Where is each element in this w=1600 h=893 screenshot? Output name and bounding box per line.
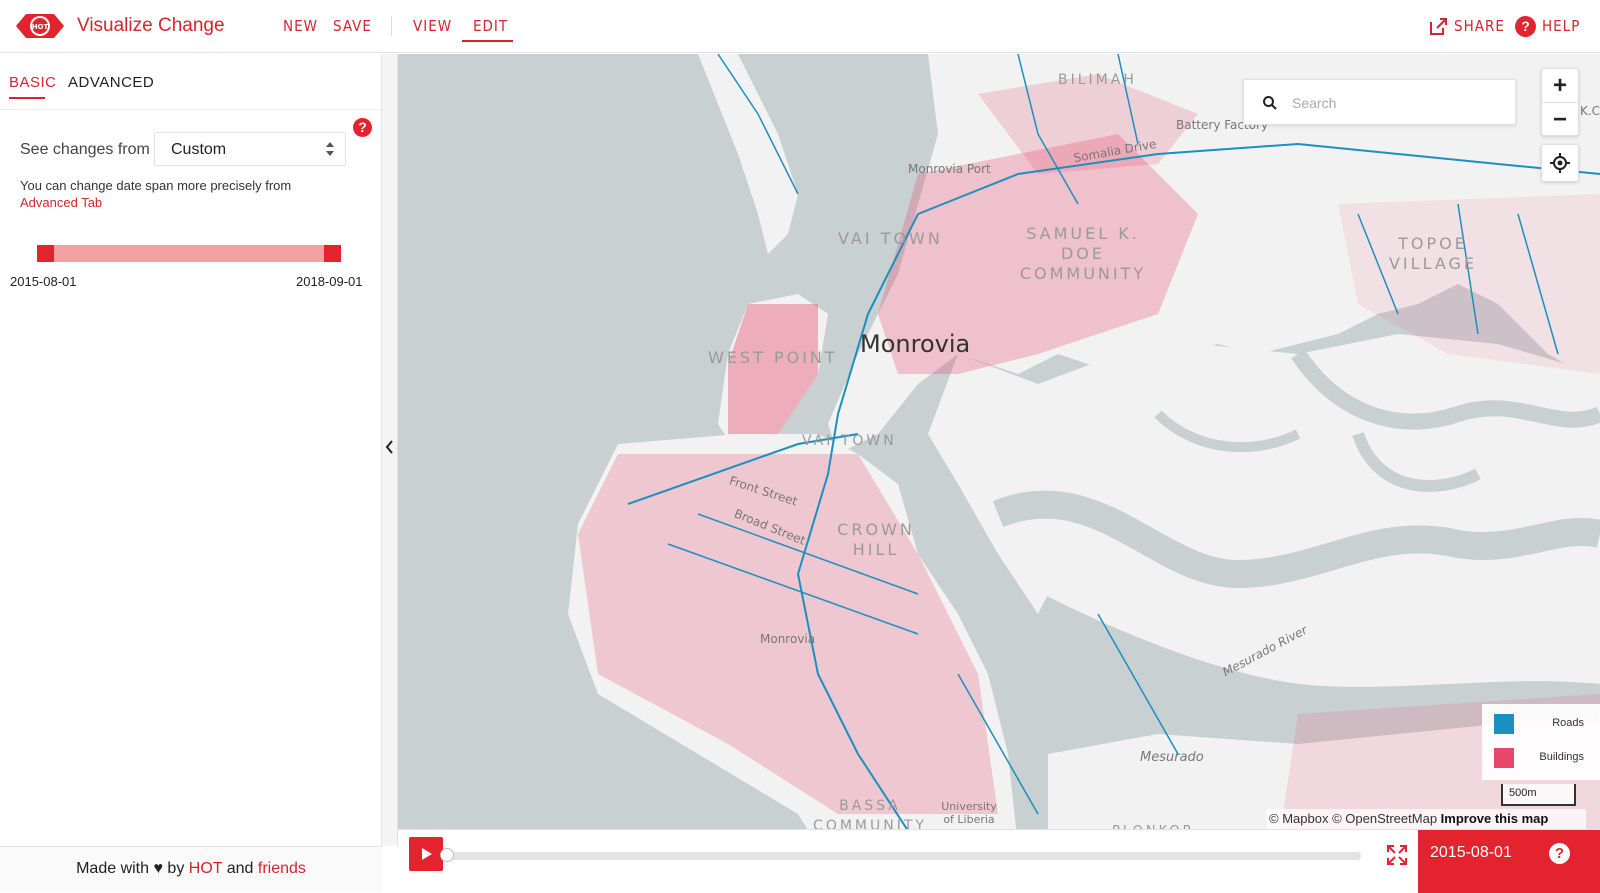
tab-divider — [0, 109, 381, 110]
map-basemap — [398, 54, 1600, 846]
map-label-crown-hill: CROWN HILL — [837, 520, 915, 559]
nav-divider — [391, 16, 392, 36]
share-button[interactable]: SHARE — [1454, 17, 1505, 35]
range-start-date: 2015-08-01 — [10, 274, 77, 289]
timeline-help-icon[interactable]: ? — [1549, 843, 1570, 864]
improve-map-link[interactable]: Improve this map — [1441, 811, 1549, 826]
friends-link[interactable]: friends — [258, 860, 306, 877]
map-legend: Roads Buildings — [1482, 704, 1600, 780]
zoom-out-button[interactable]: − — [1542, 103, 1578, 136]
map-label-bilimah: BILIMAH — [1058, 72, 1137, 88]
new-button[interactable]: NEW — [283, 17, 318, 35]
footer-by: by — [167, 860, 185, 877]
help-button[interactable]: HELP — [1542, 17, 1580, 35]
fullscreen-icon[interactable] — [1386, 844, 1408, 866]
chevron-left-icon — [385, 440, 393, 454]
range-end-date: 2018-09-01 — [296, 274, 363, 289]
changes-label: See changes from — [20, 141, 150, 158]
timeline-track[interactable] — [443, 852, 1361, 860]
hint-text: You can change date span more precisely … — [20, 178, 292, 193]
advanced-tab-link[interactable]: Advanced Tab — [20, 195, 102, 210]
top-bar: HOT Visualize Change NEW SAVE VIEW EDIT … — [0, 0, 1600, 53]
timeline-bar: 2015-08-01 ? — [398, 829, 1600, 893]
map-canvas[interactable]: BILIMAH Battery Factory Somalia Drive Mo… — [398, 54, 1600, 846]
map-label-west-point: WEST POINT — [708, 348, 838, 367]
footer: Made with ♥ by HOT and friends — [0, 846, 382, 892]
tab-active-indicator — [9, 97, 45, 99]
map-label-edge: K.C — [1580, 104, 1600, 118]
logo-text: HOT — [32, 23, 49, 31]
map-attribution: © Mapbox © OpenStreetMap Improve this ma… — [1266, 809, 1586, 829]
map-label-monrovia-port: Monrovia Port — [908, 162, 991, 176]
map-label-monrovia-city: Monrovia — [860, 330, 971, 358]
footer-and: and — [226, 860, 254, 877]
map-label-vai-town: VAI TOWN — [802, 433, 897, 449]
heart-icon: ♥ — [153, 860, 163, 877]
range-end-handle[interactable] — [324, 245, 341, 262]
search-placeholder: Search — [1292, 95, 1337, 111]
map-label-mesurado: Mesurado — [1140, 750, 1204, 765]
help-icon[interactable]: ? — [1515, 16, 1536, 37]
footer-prefix: Made with — [76, 860, 150, 877]
map-label-samuel-doe: SAMUEL K. DOE COMMUNITY — [1019, 224, 1147, 283]
sidebar-collapse-toggle[interactable] — [382, 54, 398, 846]
view-button[interactable]: VIEW — [413, 17, 452, 35]
legend-roads-label: Roads — [1552, 717, 1584, 729]
map-scale: 500m — [1501, 784, 1576, 806]
tab-basic[interactable]: BASIC — [9, 74, 57, 91]
legend-roads-swatch — [1494, 714, 1514, 734]
date-range-slider[interactable] — [37, 245, 341, 262]
play-button[interactable] — [409, 837, 443, 871]
attribution-osm[interactable]: © OpenStreetMap — [1332, 811, 1437, 826]
legend-buildings-swatch — [1494, 748, 1514, 768]
map-label-monrovia-small: Monrovia — [760, 632, 816, 646]
app-title[interactable]: Visualize Change — [77, 15, 225, 37]
map-label-university: University of Liberia — [941, 800, 997, 826]
select-arrows-icon — [326, 142, 334, 156]
edit-active-indicator — [462, 40, 513, 42]
play-icon — [422, 848, 432, 860]
current-date-panel: 2015-08-01 ? — [1418, 830, 1600, 893]
legend-buildings-label: Buildings — [1539, 751, 1584, 763]
period-select-value: Custom — [171, 141, 227, 158]
search-icon — [1263, 96, 1277, 110]
basic-help-icon[interactable]: ? — [353, 118, 372, 137]
save-button[interactable]: SAVE — [333, 17, 372, 35]
locate-icon — [1550, 153, 1570, 173]
tab-advanced[interactable]: ADVANCED — [68, 74, 154, 91]
locate-button[interactable] — [1541, 144, 1579, 182]
timeline-handle[interactable] — [440, 848, 454, 862]
edit-button[interactable]: EDIT — [473, 17, 508, 35]
zoom-in-button[interactable]: + — [1542, 69, 1578, 102]
map-search-box[interactable]: Search — [1243, 79, 1516, 125]
zoom-control: + − — [1541, 68, 1579, 136]
attribution-mapbox[interactable]: © Mapbox — [1269, 811, 1328, 826]
hot-logo[interactable]: HOT — [14, 8, 66, 44]
map-label-vai-town-north: VAI TOWN — [838, 229, 943, 248]
period-select[interactable]: Custom — [154, 132, 346, 166]
share-icon[interactable] — [1428, 16, 1449, 37]
range-start-handle[interactable] — [37, 245, 54, 262]
map-label-topoe-village: TOPOE VILLAGE — [1388, 234, 1478, 273]
sidebar: BASIC ADVANCED ? See changes from Custom… — [0, 54, 382, 892]
current-date: 2015-08-01 — [1430, 844, 1512, 861]
hot-link[interactable]: HOT — [189, 860, 222, 877]
